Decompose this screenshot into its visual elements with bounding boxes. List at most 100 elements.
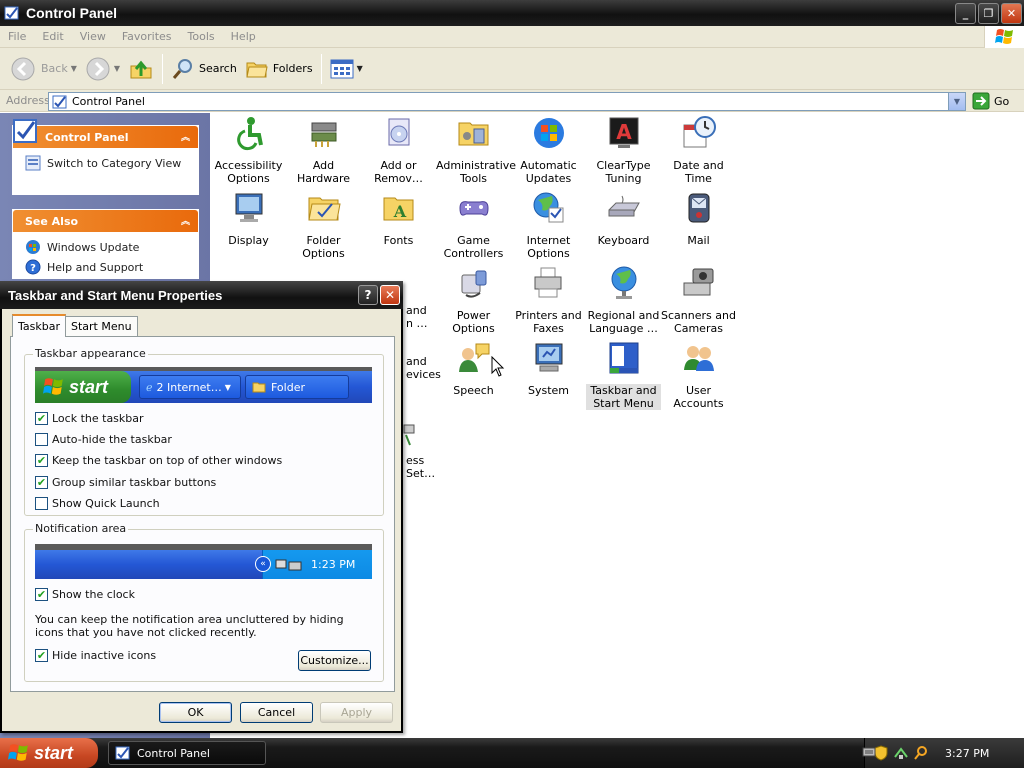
power-options-item[interactable]: Power Options (436, 265, 511, 335)
language-bar-icon[interactable] (862, 746, 876, 758)
taskbar-start-menu-icon (609, 342, 638, 374)
display-item[interactable]: Display (211, 190, 286, 247)
checkbox-unchecked[interactable] (35, 497, 48, 510)
dialog-help-button[interactable]: ? (358, 285, 378, 305)
item-label: Add or Remov… (374, 159, 423, 185)
menu-edit[interactable]: Edit (34, 30, 71, 43)
search-tray-icon[interactable] (913, 745, 929, 761)
up-button[interactable] (124, 52, 158, 86)
taskbar-preview: start ℯ 2 Internet… ▼ Folder (35, 367, 372, 403)
system-item[interactable]: System (511, 340, 586, 397)
start-label: start (34, 742, 74, 763)
minimize-button[interactable]: _ (955, 3, 976, 24)
fonts-item[interactable]: A Fonts (361, 190, 436, 247)
show-clock-checkbox[interactable]: ✔ Show the clock (35, 588, 135, 601)
auto-hide-checkbox[interactable]: Auto-hide the taskbar (35, 433, 172, 446)
forward-dropdown-icon[interactable]: ▼ (114, 64, 120, 73)
printers-and-faxes-item[interactable]: Printers and Faxes (511, 265, 586, 335)
folder-options-item[interactable]: Folder Options (286, 190, 361, 260)
forward-arrow-icon (86, 57, 110, 80)
window-titlebar[interactable]: Control Panel _ ❐ ✕ (0, 0, 1024, 26)
checkbox-unchecked[interactable] (35, 433, 48, 446)
hide-inactive-icons-label: Hide inactive icons (52, 649, 157, 662)
internet-options-item[interactable]: Internet Options (511, 190, 586, 260)
customize-button[interactable]: Customize... (298, 650, 371, 671)
back-button[interactable]: Back ▼ (6, 52, 81, 86)
menu-help[interactable]: Help (223, 30, 264, 43)
item-label: Mail (687, 234, 710, 247)
taskbar-and-start-menu-item[interactable]: Taskbar and Start Menu (586, 340, 661, 410)
close-button[interactable]: ✕ (1001, 3, 1022, 24)
tab-start-menu[interactable]: Start Menu (65, 316, 138, 336)
scanners-cameras-icon (683, 268, 713, 296)
scanners-and-cameras-item[interactable]: Scanners and Cameras (661, 265, 736, 335)
date-time-icon (683, 116, 716, 148)
dialog-title: Taskbar and Start Menu Properties (8, 287, 223, 303)
ok-button[interactable]: OK (159, 702, 232, 723)
hide-inactive-icons-checkbox[interactable]: ✔ Hide inactive icons (35, 649, 156, 662)
menu-view[interactable]: View (72, 30, 114, 43)
go-button[interactable]: Go (972, 92, 1009, 110)
keyboard-item[interactable]: Keyboard (586, 190, 661, 247)
help-and-support-link[interactable]: ? Help and Support (25, 257, 188, 277)
checkbox-checked[interactable]: ✔ (35, 454, 48, 467)
search-button[interactable]: Search (167, 52, 241, 86)
cleartype-tuning-item[interactable]: A ClearType Tuning (586, 115, 661, 185)
regional-and-language-item[interactable]: Regional and Language … (586, 265, 661, 335)
address-dropdown-icon[interactable]: ▼ (948, 93, 965, 110)
cancel-button[interactable]: Cancel (240, 702, 313, 723)
checkbox-checked[interactable]: ✔ (35, 649, 48, 662)
collapse-chevron-icon[interactable]: ︽ (181, 214, 190, 227)
regional-language-icon (611, 266, 636, 299)
accessibility-options-item[interactable]: Accessibility Options (211, 115, 286, 185)
control-panel-section-header[interactable]: Control Panel ︽ (13, 119, 198, 148)
show-quick-launch-checkbox[interactable]: Show Quick Launch (35, 497, 160, 510)
menu-file[interactable]: File (0, 30, 34, 43)
views-dropdown-icon[interactable]: ▼ (357, 64, 363, 73)
lock-taskbar-checkbox[interactable]: ✔ Lock the taskbar (35, 412, 144, 425)
keep-on-top-checkbox[interactable]: ✔ Keep the taskbar on top of other windo… (35, 454, 282, 467)
add-remove-programs-item[interactable]: Add or Remov… (361, 115, 436, 185)
administrative-tools-icon (458, 122, 488, 146)
checkbox-checked[interactable]: ✔ (35, 476, 48, 489)
item-label: System (527, 384, 570, 397)
taskbar-appearance-group: Taskbar appearance start ℯ 2 Internet… ▼ (24, 347, 384, 516)
network-icon[interactable] (893, 745, 909, 761)
menu-tools[interactable]: Tools (180, 30, 223, 43)
dialog-close-button[interactable]: ✕ (380, 285, 400, 305)
administrative-tools-item[interactable]: Administrative Tools (436, 115, 516, 185)
folders-button[interactable]: Folders (241, 52, 317, 86)
item-label: Date and Time (673, 159, 724, 185)
checkbox-checked[interactable]: ✔ (35, 412, 48, 425)
add-hardware-item[interactable]: Add Hardware (286, 115, 361, 185)
checkbox-checked[interactable]: ✔ (35, 588, 48, 601)
user-accounts-item[interactable]: User Accounts (661, 340, 736, 410)
date-and-time-item[interactable]: Date and Time (661, 115, 736, 185)
item-label: Internet Options (526, 234, 571, 260)
collapse-chevron-icon[interactable]: ︽ (181, 130, 190, 143)
switch-to-category-view-link[interactable]: Switch to Category View (25, 153, 188, 173)
restore-button[interactable]: ❐ (978, 3, 999, 24)
ie-icon: ℯ (146, 380, 153, 394)
dialog-titlebar[interactable]: Taskbar and Start Menu Properties ? ✕ (0, 281, 403, 309)
control-panel-task-button[interactable]: Control Panel (108, 741, 266, 765)
clock[interactable]: 3:27 PM (945, 747, 989, 760)
window-title: Control Panel (26, 5, 118, 21)
preview-start-button: start (35, 371, 131, 403)
back-dropdown-icon[interactable]: ▼ (71, 64, 77, 73)
see-also-section-header[interactable]: See Also ︽ (13, 210, 198, 232)
automatic-updates-item[interactable]: Automatic Updates (511, 115, 586, 185)
windows-update-link[interactable]: Windows Update (25, 237, 188, 257)
partial-item-label: and (406, 355, 427, 368)
group-similar-checkbox[interactable]: ✔ Group similar taskbar buttons (35, 476, 216, 489)
tab-taskbar[interactable]: Taskbar (12, 314, 66, 337)
game-controllers-item[interactable]: Game Controllers (436, 190, 511, 260)
folder-icon (252, 382, 266, 393)
menu-favorites[interactable]: Favorites (114, 30, 180, 43)
apply-button[interactable]: Apply (320, 702, 393, 723)
mail-item[interactable]: Mail (661, 190, 736, 247)
forward-button[interactable]: ▼ (81, 52, 124, 86)
address-field[interactable]: Control Panel ▼ (48, 92, 966, 111)
views-button[interactable]: ▼ (326, 52, 367, 86)
start-button[interactable]: start (0, 738, 98, 768)
